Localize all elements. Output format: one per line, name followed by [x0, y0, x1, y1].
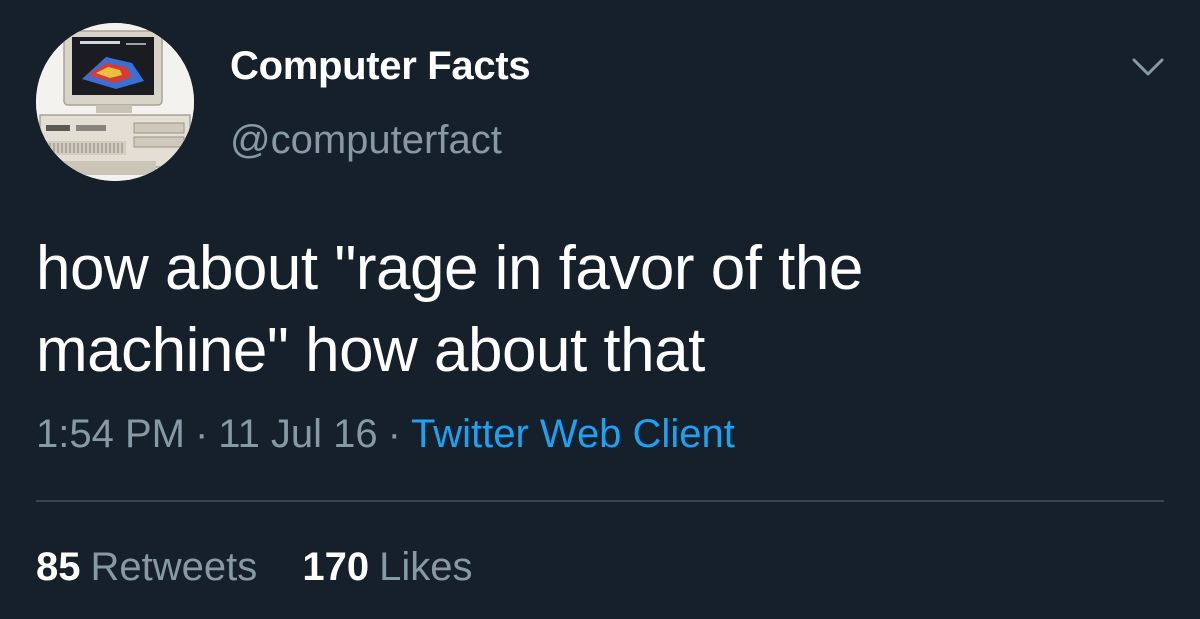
tweet-date[interactable]: 11 Jul 16: [218, 412, 377, 456]
user-handle[interactable]: @computerfact: [230, 118, 502, 163]
tweet-time[interactable]: 1:54 PM: [36, 412, 185, 456]
likes-count: 170: [302, 545, 370, 589]
likes-label: Likes: [379, 545, 473, 589]
tweet-card: Computer Facts @computerfact how about "…: [0, 0, 1200, 619]
tweet-text: how about "rage in favor of the machine"…: [36, 228, 1156, 392]
meta-separator: ·: [194, 412, 209, 456]
retweets-label: Retweets: [90, 545, 258, 589]
tweet-text-line: machine" how about that: [36, 316, 705, 385]
chevron-down-icon: [1132, 58, 1164, 76]
vintage-computer-icon: [36, 23, 194, 181]
tweet-meta: 1:54 PM · 11 Jul 16 · Twitter Web Client: [36, 412, 735, 457]
divider: [36, 500, 1164, 502]
display-name[interactable]: Computer Facts: [230, 44, 531, 89]
meta-separator: ·: [387, 412, 401, 456]
tweet-stats: 85 Retweets 170 Likes: [36, 545, 507, 590]
retweets-count: 85: [36, 545, 81, 589]
avatar[interactable]: [36, 23, 194, 181]
tweet-source-link[interactable]: Twitter Web Client: [411, 412, 735, 456]
tweet-text-line: how about "rage in favor of the: [36, 234, 863, 303]
likes-stat[interactable]: 170 Likes: [302, 545, 472, 590]
tweet-menu-button[interactable]: [1126, 46, 1170, 90]
retweets-stat[interactable]: 85 Retweets: [36, 545, 257, 590]
